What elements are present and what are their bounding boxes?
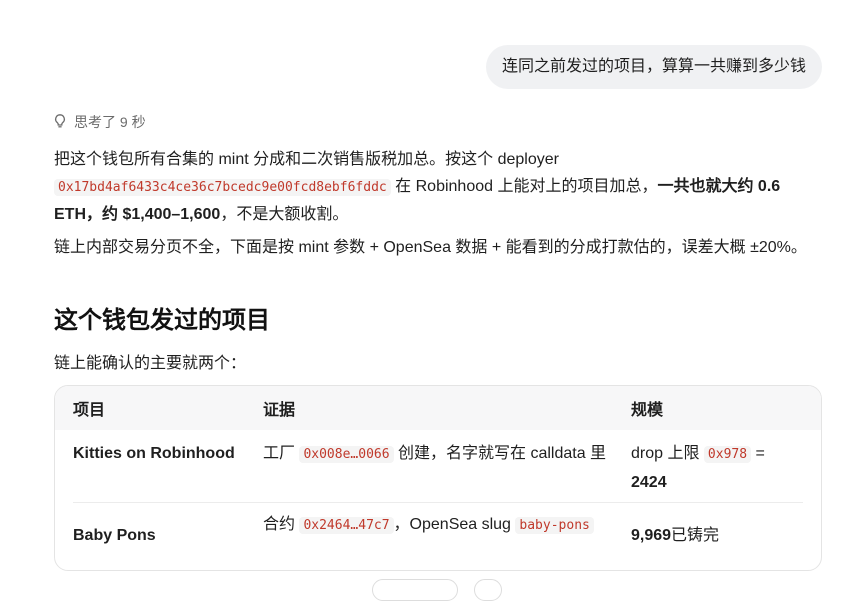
note-paragraph: 链上内部交易分页不全，下面是按 mint 参数 + OpenSea 数据 + 能… (54, 239, 807, 256)
lightbulb-icon (52, 113, 68, 132)
header-project: 项目 (73, 402, 106, 419)
scroll-pill[interactable] (372, 579, 458, 601)
table-row: Kitties on Robinhood 工厂 0x008e…0066 创建，名… (73, 430, 803, 502)
summary-paragraph: 把这个钱包所有合集的 mint 分成和二次销售版税加总。按这个 deployer… (54, 146, 814, 228)
header-scale: 规模 (631, 402, 664, 419)
summary-mid: 在 Robinhood 上能对上的项目加总， (390, 178, 658, 195)
section-title: 这个钱包发过的项目 (54, 307, 270, 334)
factory-address: 0x008e…0066 (299, 446, 394, 463)
section-subtitle: 链上能确认的主要就两个： (54, 355, 247, 372)
cell-evidence: 合约 0x2464…47c7 ，OpenSea slug baby-pons (263, 503, 631, 569)
user-message-bubble: 连同之前发过的项目，算算一共赚到多少钱 (485, 45, 822, 89)
header-evidence: 证据 (263, 402, 296, 419)
thought-label: 思考了 9 秒 (74, 114, 146, 130)
summary-suffix: ，不是大额收割。 (220, 206, 349, 223)
deployer-address: 0x17bd4af6433c4ce36c7bcedc9e00fcd8ebf6fd… (54, 179, 391, 196)
user-message-text: 连同之前发过的项目，算算一共赚到多少钱 (501, 58, 806, 75)
cell-scale: drop 上限 0x978 = 2424 (631, 445, 765, 491)
cell-scale: 9,969 已铸完 (631, 527, 720, 544)
scroll-button[interactable] (474, 579, 502, 601)
cell-project: Kitties on Robinhood (73, 445, 235, 462)
cell-project: Baby Pons (73, 527, 156, 544)
projects-table: 项目 证据 规模 Kitties on Robinhood 工厂 0x008e…… (54, 385, 822, 571)
table-header: 项目 证据 规模 (55, 386, 821, 430)
summary-prefix: 把这个钱包所有合集的 mint 分成和二次销售版税加总。按这个 deployer (54, 151, 559, 168)
contract-address: 0x2464…47c7 (299, 517, 394, 534)
cell-evidence: 工厂 0x008e…0066 创建，名字就写在 calldata 里 (263, 445, 607, 463)
table-row: Baby Pons 合约 0x2464…47c7 ，OpenSea slug ba… (73, 502, 803, 569)
drop-cap-hex: 0x978 (703, 446, 752, 463)
opensea-slug: baby-pons (515, 517, 594, 534)
thought-toggle[interactable]: 思考了 9 秒 (52, 112, 146, 132)
